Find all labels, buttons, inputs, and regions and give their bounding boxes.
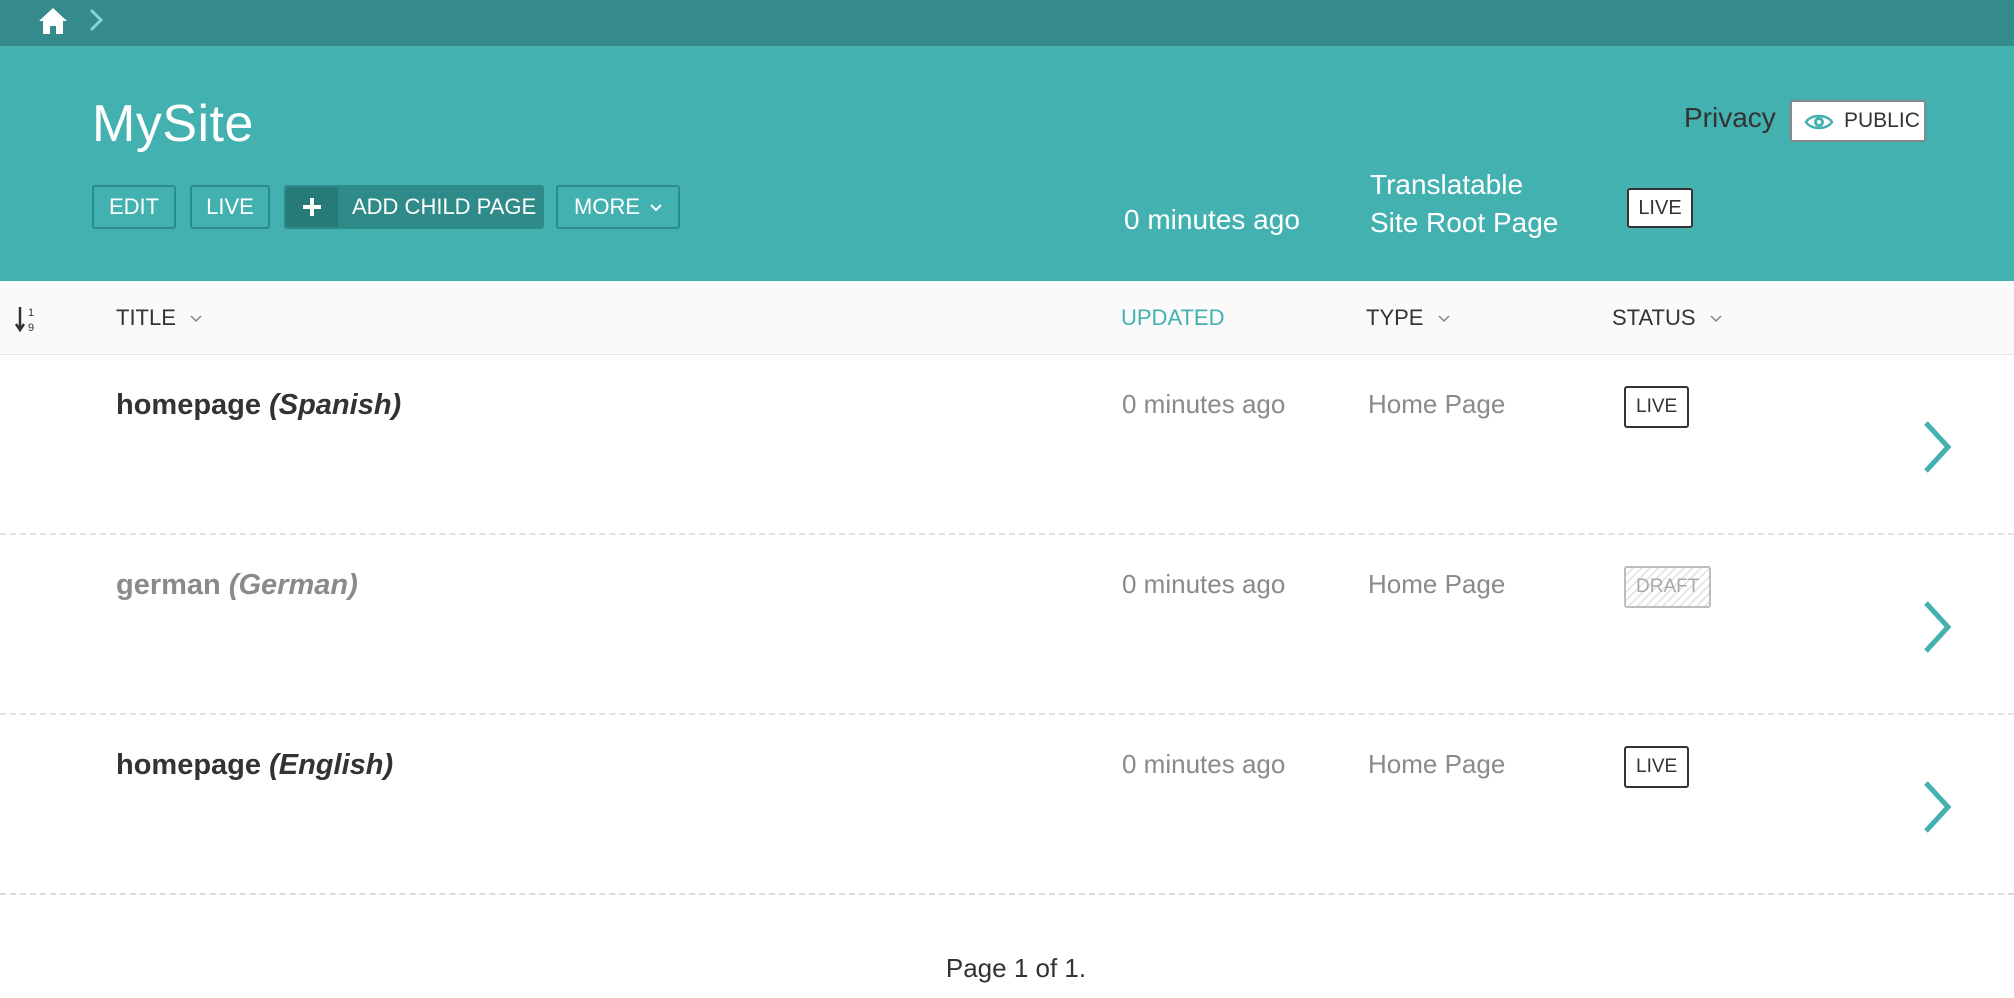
column-header-title[interactable]: TITLE [116, 305, 202, 331]
privacy-public-label: PUBLIC [1844, 109, 1920, 132]
status-badge[interactable]: LIVE [1624, 746, 1690, 788]
status-badge[interactable]: LIVE [1624, 386, 1690, 428]
page-name: homepage [116, 389, 262, 421]
page-name: homepage [116, 749, 262, 781]
page-header: MySite EDIT LIVE ADD CHILD PAGE MORE 0 m… [0, 46, 2014, 281]
header-page-type-line1: Translatable [1370, 169, 1524, 200]
home-icon[interactable] [36, 4, 70, 38]
column-header-type-label: TYPE [1366, 305, 1424, 330]
more-button[interactable]: MORE [556, 185, 680, 229]
listing-header: 1 9 TITLE UPDATED TYPE STATUS [0, 281, 2014, 355]
header-page-type-line2: Site Root Page [1370, 207, 1559, 238]
chevron-right-icon[interactable] [1917, 597, 1957, 657]
page-title-link[interactable]: german (German) [116, 569, 358, 602]
page-locale: (Spanish) [269, 389, 402, 421]
page-title-link[interactable]: homepage (English) [116, 749, 393, 782]
plus-icon [286, 187, 338, 227]
eye-icon [1804, 114, 1834, 130]
table-row[interactable]: homepage (Spanish) 0 minutes ago Home Pa… [0, 355, 2014, 535]
page-title: MySite [92, 95, 254, 153]
svg-text:1: 1 [28, 307, 34, 319]
svg-text:9: 9 [28, 322, 34, 334]
chevron-right-icon[interactable] [1917, 417, 1957, 477]
column-header-status[interactable]: STATUS [1612, 305, 1722, 331]
chevron-down-icon [650, 204, 662, 212]
breadcrumb [0, 0, 2014, 46]
column-header-type[interactable]: TYPE [1366, 305, 1450, 331]
privacy-label: Privacy [1684, 102, 1776, 133]
column-header-updated[interactable]: UPDATED [1121, 305, 1225, 331]
page-locale: (German) [228, 569, 358, 601]
header-updated: 0 minutes ago [1124, 204, 1300, 235]
sort-order-icon[interactable]: 1 9 [14, 303, 40, 335]
pagination: Page 1 of 1. [945, 953, 1087, 983]
column-header-updated-label: UPDATED [1121, 305, 1225, 330]
add-child-page-button[interactable]: ADD CHILD PAGE [284, 185, 544, 229]
chevron-down-icon [1438, 315, 1450, 323]
row-type: Home Page [1368, 389, 1506, 419]
chevron-down-icon [1710, 315, 1722, 323]
header-page-type: Translatable Site Root Page [1370, 166, 1558, 242]
status-badge[interactable]: LIVE [1627, 188, 1693, 228]
column-header-title-label: TITLE [116, 305, 176, 330]
page-locale: (English) [269, 749, 394, 781]
table-row[interactable]: german (German) 0 minutes ago Home Page … [0, 535, 2014, 715]
chevron-right-icon[interactable] [1917, 777, 1957, 837]
row-type: Home Page [1368, 749, 1506, 779]
status-badge: DRAFT [1624, 566, 1712, 608]
chevron-down-icon [190, 315, 202, 323]
view-live-button[interactable]: LIVE [190, 185, 270, 229]
chevron-right-icon [89, 8, 104, 32]
page-name: german [116, 569, 221, 601]
row-updated: 0 minutes ago [1122, 569, 1286, 599]
more-label: MORE [574, 194, 640, 219]
row-updated: 0 minutes ago [1122, 389, 1286, 419]
column-header-status-label: STATUS [1612, 305, 1696, 330]
page-title-link[interactable]: homepage (Spanish) [116, 389, 401, 422]
add-child-page-label: ADD CHILD PAGE [352, 194, 537, 219]
edit-button[interactable]: EDIT [92, 185, 176, 229]
table-row[interactable]: homepage (English) 0 minutes ago Home Pa… [0, 715, 2014, 895]
row-type: Home Page [1368, 569, 1506, 599]
row-updated: 0 minutes ago [1122, 749, 1286, 779]
privacy-public-button[interactable]: PUBLIC [1790, 100, 1926, 142]
